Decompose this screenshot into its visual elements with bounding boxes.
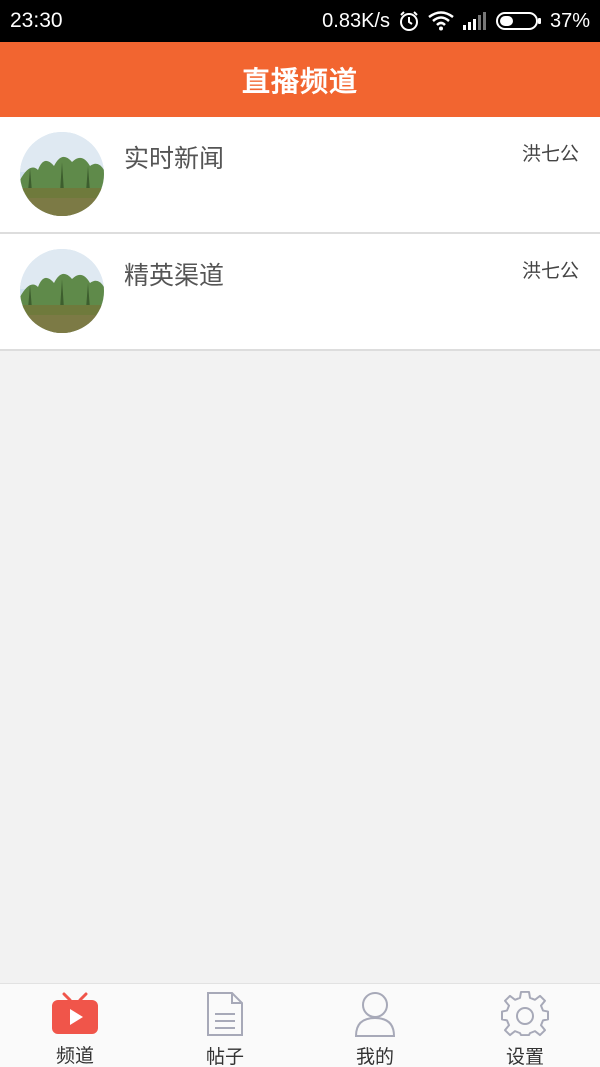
bottom-nav: 频道 帖子 我的 设置 (0, 983, 600, 1067)
battery-icon (495, 11, 542, 31)
list-item[interactable]: 实时新闻 洪七公 (0, 117, 600, 234)
channel-author: 洪七公 (521, 143, 579, 165)
header-bar: 直播频道 (0, 42, 600, 117)
screen: 23:30 0.83K/s 37% 直播频道 实时新闻 洪七公 精英渠道 洪七公… (0, 0, 600, 1067)
channel-author: 洪七公 (521, 260, 579, 282)
nav-item-posts[interactable]: 帖子 (150, 984, 300, 1067)
tv-play-icon (50, 990, 100, 1037)
nav-label: 频道 (55, 1045, 94, 1067)
channel-avatar (20, 249, 104, 333)
battery-percent: 37% (549, 9, 590, 32)
nav-label: 帖子 (205, 1046, 244, 1067)
channel-name: 精英渠道 (124, 261, 225, 290)
status-bar: 23:30 0.83K/s 37% (0, 0, 600, 42)
page-title: 直播频道 (241, 64, 358, 98)
alarm-icon (398, 10, 420, 32)
nav-label: 设置 (505, 1046, 544, 1067)
nav-label: 我的 (355, 1046, 394, 1067)
nav-item-settings[interactable]: 设置 (450, 984, 600, 1067)
signal-icon (462, 11, 488, 31)
document-icon (200, 990, 250, 1038)
network-speed: 0.83K/s (322, 9, 390, 32)
gear-icon (500, 990, 550, 1038)
status-time: 23:30 (10, 9, 63, 32)
nav-item-channels[interactable]: 频道 (0, 984, 150, 1067)
channel-name: 实时新闻 (124, 144, 225, 173)
list-item[interactable]: 精英渠道 洪七公 (0, 234, 600, 351)
user-icon (350, 990, 400, 1038)
status-right-group: 0.83K/s 37% (322, 0, 590, 42)
nav-item-mine[interactable]: 我的 (300, 984, 450, 1067)
channel-avatar (20, 132, 104, 216)
wifi-icon (428, 11, 454, 31)
channel-list: 实时新闻 洪七公 精英渠道 洪七公 (0, 117, 600, 351)
